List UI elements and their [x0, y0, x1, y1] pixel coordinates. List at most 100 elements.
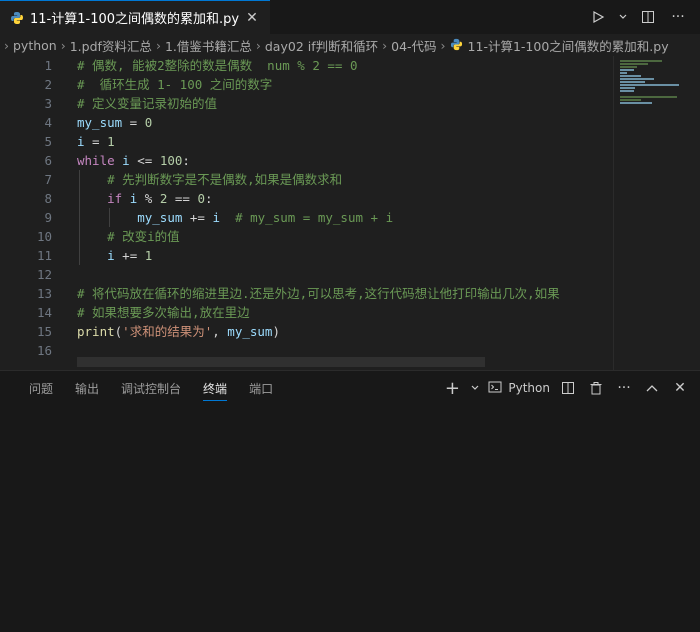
chevron-right-icon: › — [255, 37, 261, 53]
breadcrumb-item[interactable]: 11-计算1-100之间偶数的累加和.py — [468, 36, 669, 55]
line-number: 11 — [36, 248, 52, 263]
split-terminal-icon[interactable] — [558, 378, 578, 398]
code-text: # 循环生成 1- 100 之间的数字 — [77, 77, 273, 92]
tab-debug-console[interactable]: 调试控制台 — [110, 371, 192, 405]
breadcrumb-item[interactable]: 1.借鉴书籍汇总 — [165, 36, 252, 55]
line-number: 14 — [36, 305, 52, 320]
code-line: 15 print('求和的结果为', my_sum) — [0, 322, 700, 341]
code-line: 8 if i % 2 == 0: — [0, 189, 700, 208]
maximize-panel-icon[interactable] — [642, 378, 662, 398]
minimap-line — [620, 99, 641, 101]
python-icon — [450, 38, 464, 52]
split-editor-icon[interactable] — [638, 7, 658, 27]
line-number: 13 — [36, 286, 52, 301]
code-text: while i <= 100: — [77, 153, 190, 168]
tab-problems[interactable]: 问题 — [18, 371, 64, 405]
chevron-right-icon: › — [60, 37, 66, 53]
panel-actions: + Python ··· ✕ — [442, 371, 700, 405]
line-number: 9 — [44, 210, 52, 225]
code-line: 7 # 先判断数字是不是偶数,如果是偶数求和 — [0, 170, 700, 189]
more-icon[interactable]: ··· — [614, 378, 634, 398]
minimap-line — [620, 66, 637, 68]
line-number: 10 — [36, 229, 52, 244]
minimap-line — [620, 72, 627, 74]
minimap[interactable] — [613, 56, 700, 370]
tab-ports[interactable]: 端口 — [238, 371, 284, 405]
code-text: if i % 2 == 0: — [107, 191, 213, 206]
line-number: 15 — [36, 324, 52, 339]
editor-tab[interactable]: 11-计算1-100之间偶数的累加和.py ✕ — [0, 0, 270, 34]
minimap-line — [620, 87, 636, 89]
minimap-line — [620, 84, 679, 86]
code-line: 4 my_sum = 0 — [0, 113, 700, 132]
terminal-icon — [488, 380, 502, 397]
line-number: 6 — [44, 153, 52, 168]
chevron-right-icon: › — [155, 37, 161, 53]
indent-guide — [109, 208, 110, 227]
tab-title: 11-计算1-100之间偶数的累加和.py — [30, 12, 240, 27]
chevron-right-icon: › — [440, 37, 446, 53]
line-number: 2 — [44, 77, 52, 92]
line-number: 12 — [36, 267, 52, 282]
code-line: 9 my_sum += i # my_sum = my_sum + i — [0, 208, 700, 227]
chevron-down-icon[interactable] — [618, 7, 628, 27]
line-number: 16 — [36, 343, 52, 358]
breadcrumb-item[interactable]: 04-代码 — [391, 36, 436, 55]
code-text: # 定义变量记录初始的值 — [77, 96, 218, 111]
minimap-line — [620, 75, 641, 77]
line-number: 7 — [44, 172, 52, 187]
breadcrumb-item[interactable]: 1.pdf资料汇总 — [70, 36, 152, 55]
tab-terminal[interactable]: 终端 — [192, 371, 238, 405]
panel-tabs: 问题 输出 调试控制台 终端 端口 — [0, 371, 284, 405]
chevron-right-icon: › — [4, 37, 9, 53]
close-icon[interactable]: ✕ — [244, 10, 260, 26]
horizontal-scrollbar[interactable] — [77, 357, 485, 367]
breadcrumb-item[interactable]: day02 if判断和循环 — [265, 36, 378, 55]
close-icon[interactable]: ✕ — [670, 378, 690, 398]
line-number: 3 — [44, 96, 52, 111]
minimap-line — [620, 78, 654, 80]
code-text: i = 1 — [77, 134, 115, 149]
minimap-line — [620, 90, 634, 92]
bottom-panel: 问题 输出 调试控制台 终端 端口 + Python ··· ✕ — [0, 370, 700, 632]
minimap-line — [620, 63, 648, 65]
code-line: 2 # 循环生成 1- 100 之间的数字 — [0, 75, 700, 94]
python-icon — [10, 11, 24, 25]
code-text: i += 1 — [107, 248, 153, 263]
terminal-name: Python — [508, 381, 550, 395]
minimap-line — [620, 69, 634, 71]
code-line: 12 — [0, 265, 700, 284]
minimap-line — [620, 96, 678, 98]
breadcrumb: › python › 1.pdf资料汇总 › 1.借鉴书籍汇总 › day02 … — [0, 34, 700, 56]
code-text: # 偶数, 能被2整除的数是偶数 num % 2 == 0 — [77, 58, 358, 73]
line-number: 5 — [44, 134, 52, 149]
editor-actions: ··· — [588, 0, 700, 34]
trash-icon[interactable] — [586, 378, 606, 398]
plus-icon[interactable]: + — [442, 378, 462, 399]
line-number: 8 — [44, 191, 52, 206]
code-text: # 改变i的值 — [107, 229, 180, 244]
code-line: 14 # 如果想要多次输出,放在里边 — [0, 303, 700, 322]
line-number: 4 — [44, 115, 52, 130]
breadcrumb-item[interactable]: python — [13, 38, 57, 53]
code-text: # 先判断数字是不是偶数,如果是偶数求和 — [107, 172, 343, 187]
run-icon[interactable] — [588, 7, 608, 27]
chevron-down-icon[interactable] — [470, 378, 480, 398]
terminal-selector[interactable]: Python — [488, 380, 550, 397]
code-line: 11 i += 1 — [0, 246, 700, 265]
code-text: print('求和的结果为', my_sum) — [77, 324, 280, 339]
code-text: # 将代码放在循环的缩进里边.还是外边,可以思考,这行代码想让他打印输出几次,如… — [77, 286, 560, 301]
code-text: # 如果想要多次输出,放在里边 — [77, 305, 250, 320]
indent-guide — [79, 170, 80, 265]
code-line: 6 while i <= 100: — [0, 151, 700, 170]
code-line: 13 # 将代码放在循环的缩进里边.还是外边,可以思考,这行代码想让他打印输出几次… — [0, 284, 700, 303]
code-line: 3 # 定义变量记录初始的值 — [0, 94, 700, 113]
code-line: 5 i = 1 — [0, 132, 700, 151]
minimap-line — [620, 60, 662, 62]
code-line: 10 # 改变i的值 — [0, 227, 700, 246]
tab-output[interactable]: 输出 — [64, 371, 110, 405]
chevron-right-icon: › — [382, 37, 388, 53]
code-editor[interactable]: 1 # 偶数, 能被2整除的数是偶数 num % 2 == 0 2 # 循环生成 1-… — [0, 56, 700, 370]
more-icon[interactable]: ··· — [668, 7, 688, 27]
editor-tab-bar: 11-计算1-100之间偶数的累加和.py ✕ ··· — [0, 0, 700, 35]
